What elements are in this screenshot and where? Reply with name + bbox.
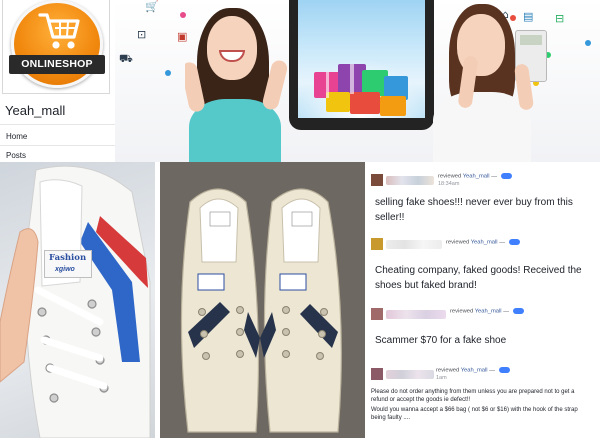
- review-text-line: Scammer $70 for a fake shoe: [375, 335, 507, 346]
- reviewed-page-link[interactable]: Yeah_mall: [461, 368, 488, 374]
- truck-icon: ⛟: [119, 52, 133, 65]
- rating-badge: [508, 239, 520, 245]
- page-title[interactable]: Yeah_mall: [5, 103, 65, 118]
- reviewed-label: reviewed: [436, 367, 460, 374]
- phone-graphic: [289, 0, 434, 130]
- bag-icon: ⊡: [137, 28, 147, 41]
- shoe-photo-closeup[interactable]: Fashion xgiwo: [0, 162, 155, 438]
- review-card: reviewed Yeah_mall — Cheating company, f…: [366, 238, 600, 291]
- reviewed-label: reviewed: [438, 173, 462, 180]
- reviews-column: reviewed Yeah_mall — 18:34am selling fak…: [366, 162, 600, 438]
- cart-icon: 🛒: [145, 0, 159, 13]
- shoe-pair-drawing: [160, 162, 365, 438]
- review-text-line: being faulty ....: [371, 415, 411, 421]
- rating-badge: [498, 367, 510, 373]
- rating-badge: [500, 173, 512, 179]
- review-card: reviewed Yeah_mall — Scammer $70 for a f…: [366, 308, 600, 346]
- cover-photo[interactable]: 🛒 ⊡ ⛟ ▣ ⌂ ⊟ ▤: [115, 0, 600, 162]
- review-text-line: refund or accept the goods ie defect!!: [371, 397, 471, 403]
- nav-divider: [0, 145, 115, 146]
- decor-dot: [165, 70, 171, 76]
- brand-tag-line2: xgiwo: [55, 266, 75, 273]
- reviewed-page-link[interactable]: Yeah_mall: [471, 240, 498, 246]
- model-photo-right: [427, 0, 557, 162]
- shoe-photo-pair[interactable]: [160, 162, 365, 438]
- reviewer-name-redacted: [386, 310, 446, 319]
- review-card: reviewed Yeah_mall — 18:34am selling fak…: [366, 173, 600, 223]
- reviewed-label: reviewed: [446, 239, 470, 246]
- review-time[interactable]: 18:34am: [438, 181, 459, 187]
- review-text-line: selling fake shoes!!! never ever buy fro…: [375, 197, 573, 208]
- review-meta: reviewed Yeah_mall —: [436, 367, 510, 374]
- reviewer-name-redacted: [386, 176, 434, 185]
- review-meta: reviewed Yeah_mall —: [438, 173, 512, 180]
- rating-badge: [512, 308, 524, 314]
- nav-item-posts[interactable]: Posts: [6, 151, 26, 160]
- review-card: reviewed Yeah_mall — 1am Please do not o…: [366, 367, 600, 421]
- reviewer-avatar[interactable]: [371, 174, 383, 186]
- reviewer-avatar[interactable]: [371, 238, 383, 250]
- review-meta: reviewed Yeah_mall —: [450, 308, 524, 315]
- model-photo-left: [185, 4, 295, 162]
- review-text-line: Would you wanna accept a $66 bag ( not $…: [371, 407, 578, 413]
- page-header: ONLINESHOP Yeah_mall Home Posts 🛒 ⊡ ⛟ ▣ …: [0, 0, 600, 162]
- decor-dot: [585, 40, 591, 46]
- reviewer-avatar[interactable]: [371, 308, 383, 320]
- logo-badge: [11, 0, 103, 88]
- reviewed-page-link[interactable]: Yeah_mall: [463, 174, 490, 180]
- page-sidebar: ONLINESHOP Yeah_mall Home Posts: [0, 0, 115, 162]
- shoe-closeup-drawing: [0, 165, 151, 438]
- review-text-line: seller!!: [375, 212, 405, 223]
- reviewed-label: reviewed: [450, 308, 474, 315]
- reviewed-page-link[interactable]: Yeah_mall: [475, 309, 502, 315]
- review-time[interactable]: 1am: [436, 375, 447, 381]
- brand-tag: Fashion xgiwo: [44, 250, 92, 278]
- review-meta: reviewed Yeah_mall —: [446, 239, 520, 246]
- logo-text: ONLINESHOP: [9, 55, 105, 74]
- page-logo[interactable]: ONLINESHOP: [2, 0, 110, 94]
- nav-divider: [0, 124, 115, 125]
- review-text-line: shoes but faked brand!: [375, 280, 477, 291]
- shopping-cart-icon: [38, 13, 80, 49]
- brand-tag-line1: Fashion: [49, 253, 87, 263]
- reviewer-avatar[interactable]: [371, 368, 383, 380]
- nav-item-home[interactable]: Home: [6, 132, 27, 141]
- review-text-line: Please do not order anything from them u…: [371, 389, 575, 395]
- review-text-line: Cheating company, faked goods! Received …: [375, 265, 582, 276]
- reviewer-name-redacted: [386, 370, 434, 379]
- reviewer-name-redacted: [386, 240, 442, 249]
